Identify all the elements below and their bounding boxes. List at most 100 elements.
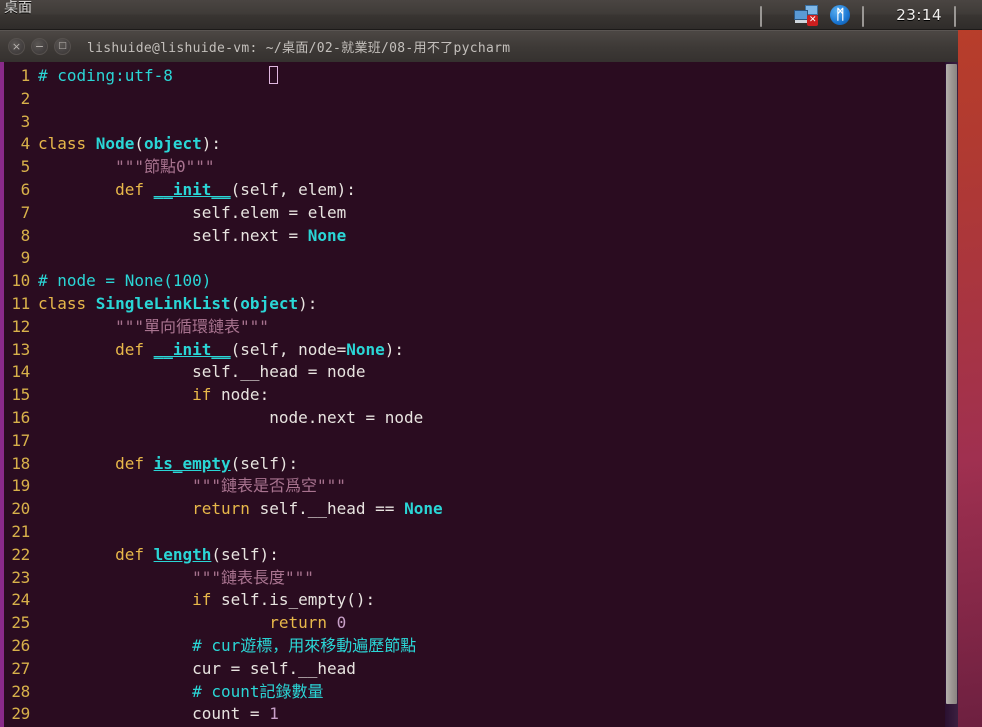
code-line-text: self.__head = node [38,361,945,384]
code-line-text: def is_empty(self): [38,453,945,476]
close-button[interactable]: × [8,38,25,55]
code-line-text: def length(self): [38,544,945,567]
code-token: def [115,179,154,199]
code-line-text: self.next = None [38,225,945,248]
code-line: 9 [4,247,945,270]
code-line: 17 [4,430,945,453]
code-line-text: """鏈表是否爲空""" [38,475,945,498]
maximize-button[interactable]: □ [54,38,71,55]
code-token: node: [221,385,270,405]
line-number: 13 [11,339,30,359]
line-number: 12 [11,316,30,336]
code-line-text: """單向循環鏈表""" [38,316,945,339]
code-line-text: if node: [38,384,945,407]
scrollbar-thumb[interactable] [946,64,957,704]
session-menu-icon[interactable] [954,5,976,27]
line-number: 25 [11,613,30,633]
line-number: 3 [20,111,31,131]
code-line-text: # coding:utf-8 [38,65,945,88]
code-token: (self): [230,453,299,473]
code-line-text: class Node(object): [38,133,945,156]
line-number: 2 [20,88,31,108]
line-number: 26 [11,635,30,655]
code-token: class [38,134,96,154]
code-token: SingleLinkList [95,293,231,313]
code-line: 1 # coding:utf-8 [4,65,945,88]
line-number: 22 [11,544,30,564]
unity-top-panel: 桌面 ✕ ᛗ 23:14 [0,0,982,30]
code-line-text: """鏈表長度""" [38,567,945,590]
code-line: 2 [4,88,945,111]
terminal-titlebar[interactable]: × − □ lishuide@lishuide-vm: ~/桌面/02-就業班/… [0,30,958,62]
code-token: None [307,225,347,245]
code-line-text: # cur遊標，用來移動遍歷節點 [38,635,945,658]
bluetooth-icon[interactable]: ᛗ [830,4,851,25]
line-number: 23 [11,567,30,587]
line-number: 7 [20,202,31,222]
network-error-badge: ✕ [807,14,819,26]
code-line: 25 return 0 [4,612,945,635]
code-line: 8 self.next = None [4,225,945,248]
line-number: 14 [11,362,30,382]
terminal-body[interactable]: 1 # coding:utf-8 2 3 4 class Node(object): 5 … [0,62,958,727]
code-line: 16 node.next = node [4,407,945,430]
line-number: 20 [11,499,30,519]
code-token: None [346,339,385,359]
code-token: def [115,453,154,473]
network-disconnected-icon[interactable]: ✕ [794,4,819,26]
code-token: ( [134,134,144,154]
code-line: 5 """節點0""" [4,156,945,179]
code-token: __init__ [153,339,231,359]
code-token: return [192,499,260,519]
code-line-text: cur = self.__head [38,658,945,681]
line-number: 29 [11,704,30,724]
line-number: 27 [11,658,30,678]
code-token: # coding:utf-8 [38,66,173,85]
line-number: 28 [11,681,30,701]
code-line: 24 if self.is_empty(): [4,589,945,612]
code-editor-area[interactable]: 1 # coding:utf-8 2 3 4 class Node(object): 5 … [4,62,945,727]
code-line: 13 def __init__(self, node=None): [4,339,945,362]
text-cursor [269,66,279,84]
line-number: 8 [20,225,31,245]
panel-indicator-tray: ✕ ᛗ 23:14 [760,0,982,30]
code-token: Node [95,134,135,154]
code-token: node.next = node [269,407,424,427]
code-line: 23 """鏈表長度""" [4,567,945,590]
panel-app-menu[interactable]: 桌面 [0,0,32,30]
code-line-text: if self.is_empty(): [38,589,945,612]
code-line: 15 if node: [4,384,945,407]
code-token: (self): [211,544,279,564]
code-token: (self, elem): [230,179,356,199]
panel-app-name: 桌面 [4,0,32,16]
code-token: is_empty [153,453,231,473]
line-number: 18 [11,453,30,473]
sound-indicator-icon[interactable] [862,5,884,27]
keyboard-indicator-icon[interactable] [760,5,782,27]
code-token: ): [384,339,405,359]
code-line-text: def __init__(self, elem): [38,179,945,202]
line-number: 17 [11,430,30,450]
code-token: """鏈表是否爲空""" [192,476,346,496]
clock-indicator[interactable]: 23:14 [896,6,942,24]
minimize-button[interactable]: − [31,38,48,55]
code-token: self.is_empty(): [221,590,376,610]
code-line-text: count = 1 [38,703,945,726]
code-token: if [192,385,222,405]
code-line-text: class SingleLinkList(object): [38,293,945,316]
line-number: 16 [11,407,30,427]
code-token: self.__head = node [192,362,366,382]
vertical-scrollbar[interactable] [945,62,958,727]
